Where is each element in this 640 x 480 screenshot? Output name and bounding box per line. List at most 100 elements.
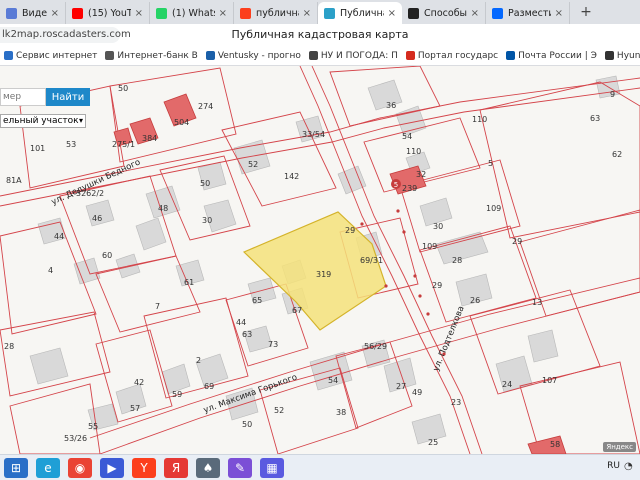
wifi-icon[interactable]: ◔ — [624, 461, 636, 473]
address-bar: lk2map.roscadasters.com Публичная кадаст… — [0, 24, 640, 46]
parcel-label: 7 — [155, 302, 161, 311]
parcel-label: 28 — [4, 342, 15, 351]
new-tab-button[interactable]: + — [576, 2, 596, 22]
parcel-label: 4 — [48, 266, 54, 275]
bookmark-6[interactable]: Hyundai Solaris кл — [601, 51, 640, 61]
search-button[interactable]: Найти — [46, 88, 90, 106]
bookmark-4[interactable]: Портал государс — [402, 51, 502, 61]
tab-3[interactable]: публичная кад × — [234, 2, 318, 24]
bookmark-label: Почта России | Э — [518, 50, 597, 61]
yandex-browser-icon[interactable]: Y — [132, 457, 156, 478]
store-icon[interactable]: ▦ — [260, 457, 284, 478]
parcel-label: 29 — [512, 237, 523, 246]
parcel-label: 50 — [242, 420, 253, 429]
windows-start-icon[interactable]: ⊞ — [4, 457, 28, 478]
parcel-label: 36 — [386, 101, 397, 110]
chevron-down-icon: ▾ — [78, 116, 83, 125]
parcel-label: 63 — [242, 330, 253, 339]
tab-label: Способы оплат — [424, 7, 467, 19]
parcel-label: 81A — [6, 176, 22, 185]
parcel-label: 52 — [248, 160, 259, 169]
tab-favicon-icon — [408, 7, 419, 19]
bookmark-0[interactable]: Сервис интернет — [0, 51, 101, 61]
parcel-label: 29 — [432, 281, 443, 290]
tab-2[interactable]: (1) WhatsApp × — [150, 2, 234, 24]
parcel-label: 30 — [433, 222, 444, 231]
bookmark-favicon-icon — [105, 51, 115, 60]
selected-parcel[interactable] — [242, 211, 387, 331]
close-tab-icon[interactable]: × — [471, 8, 479, 19]
close-tab-icon[interactable]: × — [219, 8, 227, 19]
parcel-label: 58 — [550, 440, 561, 449]
url-field[interactable]: lk2map.roscadasters.com — [0, 27, 131, 43]
bookmark-1[interactable]: Интернет-банк В — [101, 51, 201, 61]
tab-5[interactable]: Способы оплат × — [402, 2, 486, 24]
map-canvas[interactable]: 5 — [0, 66, 640, 454]
bookmark-2[interactable]: Ventusky - прогно — [202, 51, 305, 61]
language-indicator[interactable]: RU — [607, 461, 620, 471]
tab-label: (15) YouTube — [88, 7, 131, 19]
parcel-label: 69/31 — [360, 256, 384, 265]
tab-label: Разместить об — [508, 7, 551, 19]
map-marker-icon: 5 — [391, 179, 401, 189]
tab-1[interactable]: (15) YouTube × — [66, 2, 150, 24]
parcel-label: 42 — [134, 378, 145, 387]
bookmark-favicon-icon — [604, 51, 614, 60]
tab-favicon-icon — [324, 7, 335, 19]
tab-label: Публичная к — [340, 7, 384, 19]
tab-label: Видеохостинг — [22, 7, 47, 19]
parcel-label: 275/1 — [112, 140, 136, 149]
parcel-label: 63 — [590, 114, 601, 123]
tab-6[interactable]: Разместить об × — [486, 2, 570, 24]
bookmark-label: Hyundai Solaris кл — [616, 50, 640, 61]
parcel-label: 48 — [158, 204, 169, 213]
bookmark-label: Сервис интернет — [16, 50, 98, 61]
parcel-label: 38 — [336, 408, 347, 417]
parcel-label: 53/26 — [64, 434, 88, 443]
tab-favicon-icon — [72, 7, 83, 19]
parcel-label: 55 — [88, 422, 99, 431]
parcel-label: 2 — [196, 356, 202, 365]
bookmarks-bar: Сервис интернет Интернет-банк В Ventusky -… — [0, 46, 640, 66]
cadastral-search: Найти — [0, 88, 90, 106]
close-tab-icon[interactable]: × — [135, 8, 143, 19]
parcel-label: 107 — [542, 376, 558, 385]
paint-icon[interactable]: ✎ — [228, 457, 252, 478]
parcel-label: 26 — [470, 296, 481, 305]
bookmark-label: Ventusky - прогно — [217, 50, 301, 61]
parcel-label: 56/29 — [364, 342, 388, 351]
bookmark-5[interactable]: Почта России | Э — [502, 51, 601, 61]
media-player-icon[interactable]: ▶ — [100, 457, 124, 478]
bookmark-3[interactable]: НУ И ПОГОДА: П — [305, 51, 402, 61]
cadastral-map[interactable]: 5 50 274 36 9 110 63 275/1 384 504 33/54 54 101 53 11… — [0, 66, 640, 454]
taskbar: ⊞ e ◉ ▶ Y Я ♠ ✎ ▦ RU ◔ — [0, 454, 640, 480]
parcel-label: 67 — [292, 306, 303, 315]
tab-0[interactable]: Видеохостинг × — [0, 2, 66, 24]
yandex-logo: Яндекс — [603, 442, 636, 452]
close-tab-icon[interactable]: × — [51, 8, 59, 19]
parcel-label: 44 — [236, 318, 247, 327]
close-tab-icon[interactable]: × — [555, 8, 563, 19]
solitaire-icon[interactable]: ♠ — [196, 457, 220, 478]
chrome-icon[interactable]: ◉ — [68, 457, 92, 478]
tab-4[interactable]: Публичная к × — [318, 2, 402, 24]
parcel-label: 9 — [610, 90, 616, 99]
yandex-app-icon[interactable]: Я — [164, 457, 188, 478]
close-tab-icon[interactable]: × — [388, 8, 396, 19]
parcel-label: 110 — [472, 115, 488, 124]
parcel-label: 504 — [174, 118, 190, 127]
svg-text:5: 5 — [394, 181, 398, 189]
search-input[interactable] — [0, 88, 46, 106]
parcel-label: 274 — [198, 102, 214, 111]
parcel-label: 44 — [54, 232, 65, 241]
tab-favicon-icon — [492, 7, 503, 19]
close-tab-icon[interactable]: × — [303, 8, 311, 19]
bookmark-favicon-icon — [405, 51, 415, 60]
tab-label: публичная кад — [256, 7, 299, 19]
edge-icon[interactable]: e — [36, 457, 60, 478]
parcel-label: 61 — [184, 278, 195, 287]
parcel-label: 24 — [502, 380, 513, 389]
object-type-select[interactable]: ельный участок ▾ — [0, 114, 86, 128]
parcel-label: 50 — [200, 179, 211, 188]
bookmark-favicon-icon — [506, 51, 516, 60]
